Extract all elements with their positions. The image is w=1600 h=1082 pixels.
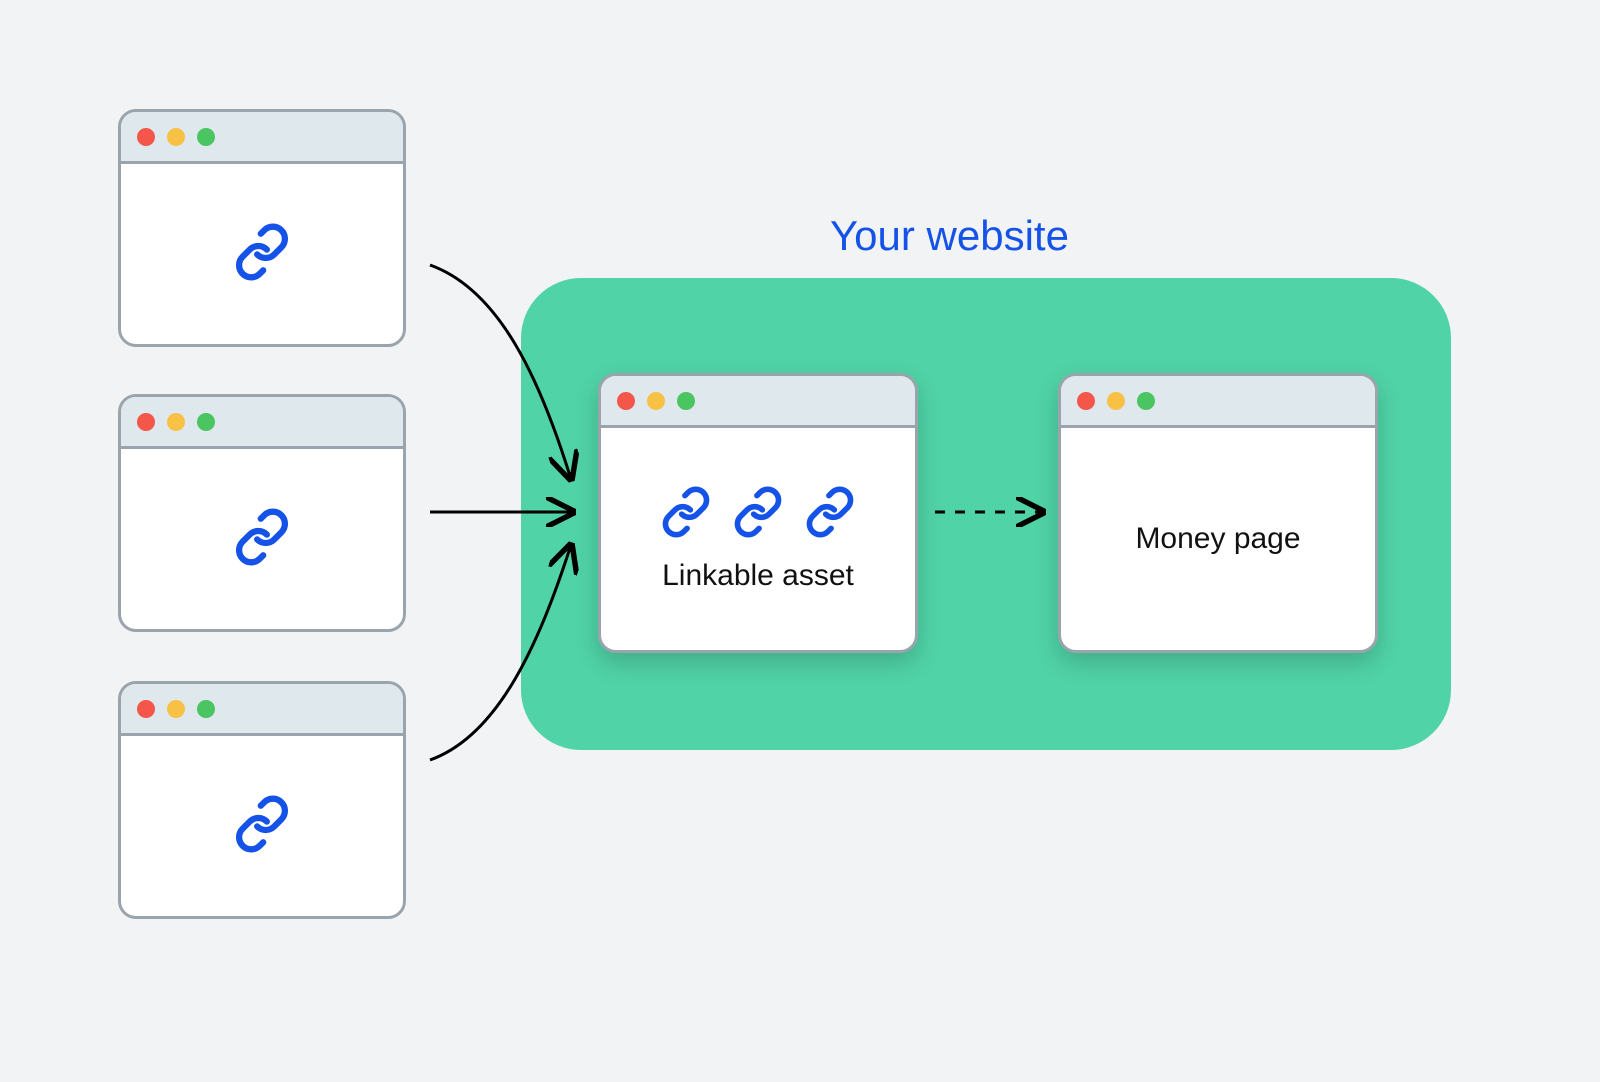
diagram-canvas: Your website bbox=[0, 0, 1600, 1082]
linkable-asset-window: Linkable asset bbox=[598, 373, 918, 653]
titlebar bbox=[121, 684, 403, 736]
titlebar bbox=[1061, 376, 1375, 428]
link-icon bbox=[660, 486, 712, 543]
money-page-label: Money page bbox=[1135, 522, 1300, 556]
link-icon bbox=[804, 486, 856, 543]
titlebar bbox=[121, 112, 403, 164]
source-window-3 bbox=[118, 681, 406, 919]
traffic-light-yellow-icon bbox=[167, 128, 185, 146]
traffic-light-red-icon bbox=[137, 413, 155, 431]
link-icon bbox=[233, 223, 291, 286]
traffic-light-green-icon bbox=[197, 700, 215, 718]
traffic-light-green-icon bbox=[677, 392, 695, 410]
link-icon bbox=[233, 795, 291, 858]
traffic-light-red-icon bbox=[137, 128, 155, 146]
link-icon bbox=[732, 486, 784, 543]
linkable-asset-label: Linkable asset bbox=[662, 559, 854, 593]
traffic-light-yellow-icon bbox=[167, 413, 185, 431]
traffic-light-yellow-icon bbox=[1107, 392, 1125, 410]
traffic-light-red-icon bbox=[137, 700, 155, 718]
source-window-1 bbox=[118, 109, 406, 347]
traffic-light-yellow-icon bbox=[167, 700, 185, 718]
link-icon bbox=[233, 508, 291, 571]
traffic-light-red-icon bbox=[617, 392, 635, 410]
traffic-light-red-icon bbox=[1077, 392, 1095, 410]
source-window-2 bbox=[118, 394, 406, 632]
link-icon-row bbox=[660, 486, 856, 543]
your-website-heading: Your website bbox=[830, 212, 1069, 260]
titlebar bbox=[121, 397, 403, 449]
titlebar bbox=[601, 376, 915, 428]
money-page-window: Money page bbox=[1058, 373, 1378, 653]
traffic-light-yellow-icon bbox=[647, 392, 665, 410]
traffic-light-green-icon bbox=[197, 128, 215, 146]
traffic-light-green-icon bbox=[197, 413, 215, 431]
traffic-light-green-icon bbox=[1137, 392, 1155, 410]
